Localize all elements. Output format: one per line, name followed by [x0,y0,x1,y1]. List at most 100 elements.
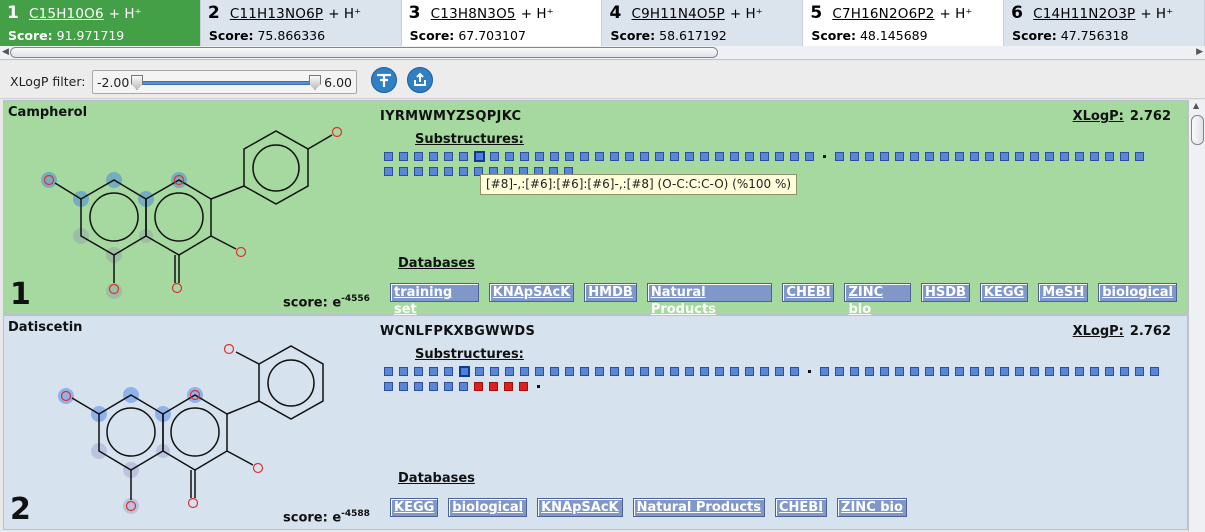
fingerprint-box[interactable] [595,152,604,161]
fingerprint-box[interactable] [775,367,784,376]
fingerprint-box[interactable] [850,152,859,161]
fingerprint-box[interactable] [580,152,589,161]
fingerprint-box[interactable] [1045,152,1054,161]
fingerprint-box[interactable] [1015,152,1024,161]
fingerprint-box[interactable] [925,367,934,376]
fingerprint-box[interactable] [565,367,574,376]
fingerprint-box[interactable] [985,367,994,376]
db-link-mesh[interactable]: MeSH [1038,283,1089,302]
export-icon[interactable] [407,67,433,93]
vertical-scroll-thumb[interactable] [1191,115,1204,145]
filter-icon[interactable] [371,67,397,93]
fingerprint-box[interactable] [384,367,393,376]
fingerprint-box[interactable] [429,367,438,376]
fingerprint-box[interactable] [1060,152,1069,161]
fingerprint-box[interactable] [880,152,889,161]
fingerprint-box[interactable] [895,367,904,376]
fingerprint-box[interactable] [505,367,514,376]
fingerprint-box[interactable] [730,367,739,376]
fingerprint-box[interactable] [444,382,453,391]
fingerprint-box[interactable] [429,167,438,176]
formula-tab-1[interactable]: 1 C15H10O6 + H⁺ Score: 91.971719 [0,0,201,46]
fingerprint-box[interactable] [1135,367,1144,376]
db-link-chebi[interactable]: CHEBI [782,283,835,302]
fingerprint-box-missing[interactable] [519,382,528,391]
scroll-right-icon[interactable]: ▶ [1196,47,1203,57]
fingerprint-box[interactable] [1030,367,1039,376]
fingerprint-box[interactable] [685,367,694,376]
fingerprint-box[interactable] [805,152,814,161]
fingerprint-box[interactable] [670,367,679,376]
fingerprint-box[interactable] [399,367,408,376]
fingerprint-box[interactable] [820,367,829,376]
fingerprint-box[interactable] [1060,367,1069,376]
fingerprint-box[interactable] [670,152,679,161]
db-link-knapsack[interactable]: KNApSAcK [488,283,575,302]
fingerprint-box[interactable] [640,152,649,161]
slider-min-handle[interactable] [131,75,143,90]
fingerprint-box[interactable] [444,167,453,176]
slider-max-handle[interactable] [309,75,321,90]
fingerprint-box[interactable] [655,152,664,161]
fingerprint-box[interactable] [610,152,619,161]
formula-tab-4[interactable]: 4 C9H11N4O5P + H⁺ Score: 58.617192 [602,0,804,46]
fingerprint-box[interactable] [459,382,468,391]
fingerprint-box[interactable] [1045,367,1054,376]
fingerprint-box[interactable] [700,152,709,161]
db-link-zinc-bio[interactable]: ZINC bio [844,283,911,317]
fingerprint-box[interactable] [595,367,604,376]
fingerprint-box[interactable] [745,367,754,376]
fingerprint-box[interactable] [940,152,949,161]
fingerprint-box[interactable] [850,367,859,376]
fingerprint-box[interactable] [835,367,844,376]
fingerprint-box[interactable] [775,152,784,161]
fingerprint-box[interactable] [940,367,949,376]
formula-tab-3[interactable]: 3 C13H8N3O5 + H⁺ Score: 67.703107 [401,0,603,46]
fingerprint-box[interactable] [1120,152,1129,161]
db-link-chebi[interactable]: CHEBI [775,498,828,517]
fingerprint-box[interactable] [535,367,544,376]
fingerprint-box[interactable] [970,367,979,376]
fingerprint-box[interactable] [444,367,453,376]
scroll-left-icon[interactable]: ◀ [2,47,9,57]
fingerprint-box-missing[interactable] [504,382,513,391]
fingerprint-box[interactable] [790,152,799,161]
fingerprint-box[interactable] [880,367,889,376]
fingerprint-box[interactable] [1090,152,1099,161]
db-link-knapsack[interactable]: KNApSAcK [537,498,623,517]
fingerprint-box[interactable] [429,152,438,161]
fingerprint-box[interactable] [550,152,559,161]
xlogp-range-slider[interactable]: -2.00 6.00 [92,70,357,94]
candidate-list[interactable]: Campherol 1 score: e-4556 IYRMWMYZSQPJKC… [0,100,1188,532]
fingerprint-box[interactable] [610,367,619,376]
fingerprint-box[interactable] [459,167,468,176]
fingerprint-box[interactable] [925,152,934,161]
fingerprint-box[interactable] [730,152,739,161]
fingerprint-box[interactable] [1150,367,1159,376]
fingerprint-box-missing[interactable] [474,382,483,391]
fingerprint-box[interactable] [1135,152,1144,161]
fingerprint-box[interactable] [490,152,499,161]
db-link-biological[interactable]: biological [1098,283,1177,302]
db-link-zinc-bio[interactable]: ZINC bio [837,498,907,517]
fingerprint-box[interactable] [1030,152,1039,161]
fingerprint-box[interactable] [490,367,499,376]
fingerprint-box[interactable] [520,152,529,161]
db-link-natural-products[interactable]: Natural Products [646,283,773,317]
fingerprint-box[interactable] [655,367,664,376]
fingerprint-box[interactable] [414,167,423,176]
scroll-up-icon[interactable]: ▲ [1193,101,1199,110]
fingerprint-box[interactable] [1000,367,1009,376]
fingerprint-box[interactable] [535,152,544,161]
fingerprint-box[interactable] [384,167,393,176]
fingerprint-box[interactable] [760,367,769,376]
fingerprint-box[interactable] [580,367,589,376]
fingerprint-box[interactable] [970,152,979,161]
fingerprint-box[interactable] [685,152,694,161]
fingerprint-box[interactable] [1075,152,1084,161]
fingerprint-box-missing[interactable] [489,382,498,391]
fingerprint-box[interactable] [955,152,964,161]
db-link-kegg[interactable]: KEGG [979,283,1029,302]
fingerprint-box[interactable] [520,367,529,376]
fingerprint-box[interactable] [459,152,468,161]
